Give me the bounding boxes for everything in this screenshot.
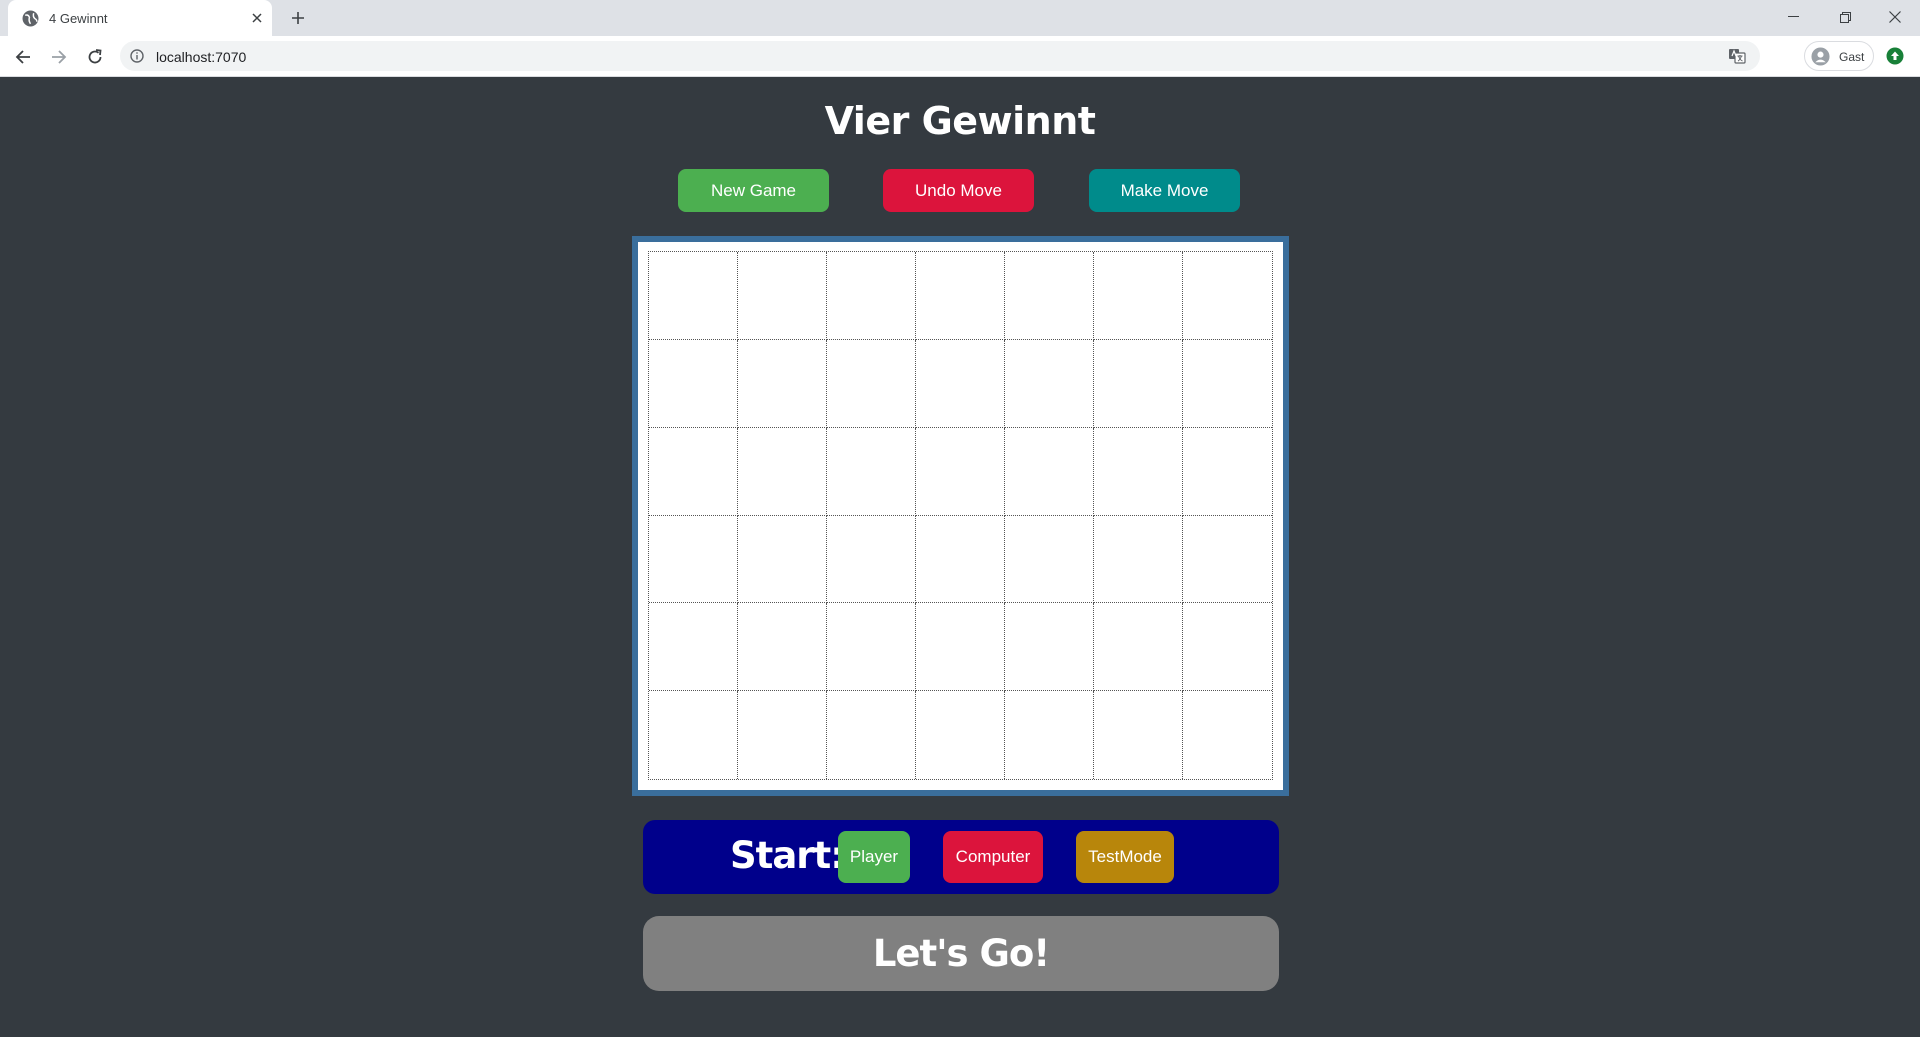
game-board	[632, 236, 1289, 796]
back-arrow-icon[interactable]	[9, 43, 37, 71]
tab-title: 4 Gewinnt	[49, 11, 108, 26]
forward-arrow-icon[interactable]	[45, 43, 73, 71]
board-cell[interactable]	[827, 339, 916, 428]
start-testmode-button[interactable]: TestMode	[1076, 831, 1174, 883]
start-label: Start:	[730, 834, 845, 877]
board-cell[interactable]	[649, 691, 738, 779]
board-cell[interactable]	[1183, 515, 1272, 604]
board-cell[interactable]	[1005, 339, 1094, 428]
page-title: Vier Gewinnt	[824, 99, 1096, 143]
board-cell[interactable]	[827, 515, 916, 604]
board-cell[interactable]	[916, 427, 1005, 516]
board-cell[interactable]	[916, 603, 1005, 692]
start-selector: Start: Player Computer TestMode	[643, 820, 1279, 894]
close-window-icon[interactable]	[1872, 0, 1918, 34]
globe-icon	[22, 10, 39, 27]
minimize-icon[interactable]	[1770, 0, 1816, 34]
board-cell[interactable]	[1183, 603, 1272, 692]
browser-tab-strip: 4 Gewinnt	[0, 0, 1920, 36]
start-computer-button[interactable]: Computer	[943, 831, 1043, 883]
board-cell[interactable]	[827, 252, 916, 340]
translate-icon[interactable]	[1728, 47, 1746, 65]
browser-toolbar: localhost:7070 Gast	[0, 36, 1920, 77]
board-cell[interactable]	[649, 339, 738, 428]
board-cell[interactable]	[1183, 691, 1272, 779]
make-move-button[interactable]: Make Move	[1089, 169, 1240, 212]
board-cell[interactable]	[738, 427, 827, 516]
undo-move-button[interactable]: Undo Move	[883, 169, 1034, 212]
lets-go-button[interactable]: Let's Go!	[643, 916, 1279, 991]
board-cell[interactable]	[827, 603, 916, 692]
board-cell[interactable]	[827, 691, 916, 779]
profile-label: Gast	[1839, 50, 1865, 64]
board-cell[interactable]	[1005, 691, 1094, 779]
board-cell[interactable]	[916, 691, 1005, 779]
board-cell[interactable]	[1094, 515, 1183, 604]
board-cell[interactable]	[1005, 252, 1094, 340]
board-cell[interactable]	[738, 252, 827, 340]
board-cell[interactable]	[916, 252, 1005, 340]
address-bar[interactable]: localhost:7070	[120, 41, 1760, 71]
board-cell[interactable]	[649, 603, 738, 692]
board-cell[interactable]	[738, 515, 827, 604]
board-cell[interactable]	[738, 603, 827, 692]
board-cell[interactable]	[827, 427, 916, 516]
board-cell[interactable]	[916, 339, 1005, 428]
board-cell[interactable]	[1183, 252, 1272, 340]
update-icon[interactable]	[1886, 47, 1904, 65]
board-cell[interactable]	[1005, 427, 1094, 516]
board-cell[interactable]	[1183, 427, 1272, 516]
new-tab-icon[interactable]	[286, 8, 310, 28]
start-player-button[interactable]: Player	[838, 831, 910, 883]
board-cell[interactable]	[1094, 603, 1183, 692]
board-cell[interactable]	[1183, 339, 1272, 428]
board-grid	[648, 251, 1273, 780]
avatar-icon	[1811, 47, 1830, 66]
board-cell[interactable]	[738, 691, 827, 779]
board-cell[interactable]	[1094, 252, 1183, 340]
restore-icon[interactable]	[1822, 0, 1868, 34]
url-text[interactable]: localhost:7070	[156, 49, 246, 65]
board-cell[interactable]	[916, 515, 1005, 604]
board-cell[interactable]	[1094, 427, 1183, 516]
board-cell[interactable]	[649, 515, 738, 604]
board-cell[interactable]	[1005, 603, 1094, 692]
profile-button[interactable]: Gast	[1804, 41, 1874, 71]
close-tab-icon[interactable]	[248, 9, 266, 27]
board-cell[interactable]	[1094, 339, 1183, 428]
board-cell[interactable]	[1005, 515, 1094, 604]
info-icon[interactable]	[130, 49, 144, 63]
board-cell[interactable]	[738, 339, 827, 428]
board-cell[interactable]	[1094, 691, 1183, 779]
browser-tab[interactable]: 4 Gewinnt	[8, 0, 272, 36]
reload-icon[interactable]	[81, 43, 109, 71]
new-game-button[interactable]: New Game	[678, 169, 829, 212]
board-cell[interactable]	[649, 427, 738, 516]
board-cell[interactable]	[649, 252, 738, 340]
